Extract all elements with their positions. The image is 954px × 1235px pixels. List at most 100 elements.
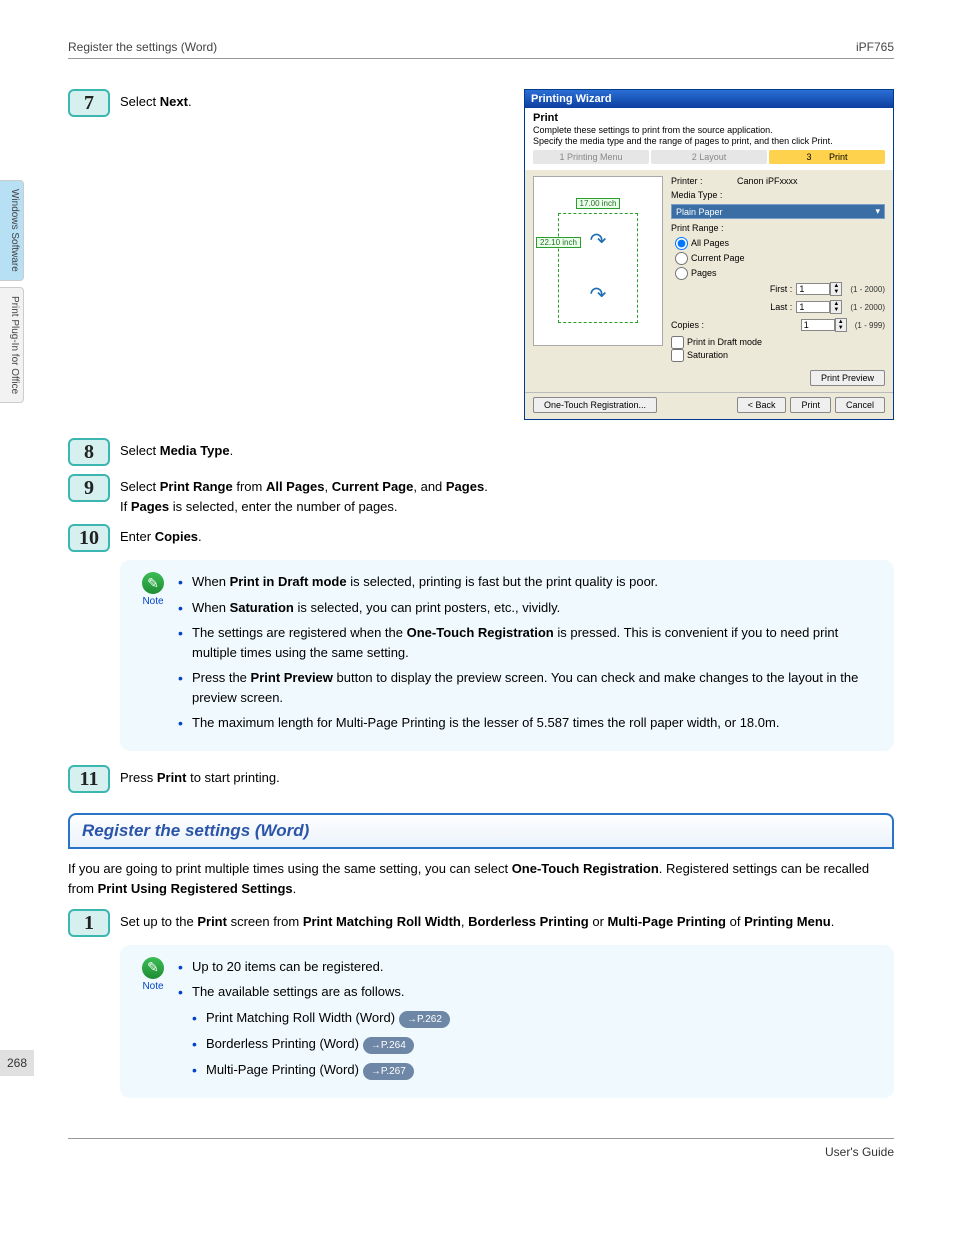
t: If <box>120 499 131 514</box>
t: Pages <box>446 479 484 494</box>
t: Print Preview <box>251 670 333 685</box>
t: Current Page <box>332 479 414 494</box>
printing-wizard-dialog: Printing Wizard Print Complete these set… <box>524 89 894 420</box>
step-8-text: Select Media Type. <box>120 438 894 461</box>
note-label: Note <box>136 596 170 607</box>
radio-pages[interactable]: Pages <box>675 267 885 280</box>
step-11-text: Press Print to start printing. <box>120 765 894 788</box>
copies-spinner[interactable]: ▲▼ <box>801 318 847 332</box>
note-label: Note <box>136 981 170 992</box>
wizard-tab-3: 3 Print <box>769 150 885 164</box>
t: Current Page <box>691 253 745 263</box>
last-label: Last : <box>770 302 792 312</box>
print-button[interactable]: Print <box>790 397 831 413</box>
t: If you are going to print multiple times… <box>68 861 512 876</box>
t: Plain Paper <box>676 207 723 217</box>
note1-item-4: Press the Print Preview button to displa… <box>178 668 878 707</box>
note2-item-2: The available settings are as follows. P… <box>178 982 878 1080</box>
page-icon-2: ↷ <box>590 282 607 307</box>
t: Print <box>829 152 848 162</box>
t: is selected, you can print posters, etc.… <box>294 600 560 615</box>
t: Print <box>197 914 227 929</box>
t: Printing Menu <box>744 914 831 929</box>
last-range: (1 - 2000) <box>850 303 885 312</box>
t: When <box>192 574 230 589</box>
t: Print in Draft mode <box>230 574 347 589</box>
t: , <box>324 479 331 494</box>
t: Select <box>120 479 160 494</box>
checkbox-saturation[interactable]: Saturation <box>671 350 728 360</box>
cancel-button[interactable]: Cancel <box>835 397 885 413</box>
page-icon-1: ↷ <box>590 228 607 253</box>
media-label: Media Type : <box>671 190 733 200</box>
t: is selected, enter the number of pages. <box>169 499 397 514</box>
note1-item-5: The maximum length for Multi-Page Printi… <box>178 713 878 733</box>
t: Multi-Page Printing (Word) <box>206 1062 359 1077</box>
dialog-title: Printing Wizard <box>525 90 893 108</box>
wizard-tab-2: 2 Layout <box>651 150 767 164</box>
t: . <box>198 529 202 544</box>
t: Print in Draft mode <box>687 337 762 347</box>
note1-item-1: When Print in Draft mode is selected, pr… <box>178 572 878 592</box>
t: The settings are registered when the <box>192 625 407 640</box>
t: Media Type <box>160 443 230 458</box>
dialog-heading: Print <box>533 112 885 124</box>
first-label: First : <box>770 284 793 294</box>
dim-width: 17.00 inch <box>576 198 621 209</box>
range-label: Print Range : <box>671 223 733 233</box>
note1-item-2: When Saturation is selected, you can pri… <box>178 598 878 618</box>
printer-value: Canon iPFxxxx <box>737 176 798 186</box>
t: Select <box>120 94 160 109</box>
t: One-Touch Registration <box>407 625 554 640</box>
t: is selected, printing is fast but the pr… <box>347 574 658 589</box>
t: Pages <box>131 499 169 514</box>
t: The available settings are as follows. <box>192 984 404 999</box>
page-preview: 17.00 inch 22.10 inch ↷ ↷ <box>533 176 663 346</box>
page-ref-267[interactable]: →P.267 <box>363 1063 414 1080</box>
step-9-marker: 9 <box>68 474 110 502</box>
side-tab-windows-software[interactable]: Windows Software <box>0 180 24 281</box>
t: , and <box>413 479 446 494</box>
dialog-sub2: Specify the media type and the range of … <box>533 136 885 146</box>
section-heading: Register the settings (Word) <box>68 813 894 849</box>
page-ref-262[interactable]: →P.262 <box>399 1011 450 1028</box>
step-7-marker: 7 <box>68 89 110 117</box>
note1-item-3: The settings are registered when the One… <box>178 623 878 662</box>
note-icon: ✎ <box>142 957 164 979</box>
t: Print Using Registered Settings <box>98 881 293 896</box>
dim-height: 22.10 inch <box>536 237 581 248</box>
t: Print <box>157 770 187 785</box>
section-intro: If you are going to print multiple times… <box>68 859 894 899</box>
t: Copies <box>155 529 198 544</box>
step-10-text: Enter Copies. <box>120 524 894 547</box>
note2-item-1: Up to 20 items can be registered. <box>178 957 878 977</box>
side-tab-print-plugin[interactable]: Print Plug-In for Office <box>0 287 24 403</box>
copies-range: (1 - 999) <box>855 321 885 330</box>
t: . <box>293 881 297 896</box>
first-spinner[interactable]: ▲▼ <box>796 282 842 296</box>
t: . <box>484 479 488 494</box>
printer-label: Printer : <box>671 176 733 186</box>
one-touch-registration-button[interactable]: One-Touch Registration... <box>533 397 657 413</box>
t: , <box>461 914 468 929</box>
chevron-down-icon: ▾ <box>875 206 880 217</box>
checkbox-draft[interactable]: Print in Draft mode <box>671 337 762 347</box>
t: When <box>192 600 230 615</box>
print-preview-button[interactable]: Print Preview <box>810 370 885 386</box>
t: or <box>589 914 608 929</box>
media-type-select[interactable]: Plain Paper ▾ <box>671 204 885 219</box>
step-11-marker: 11 <box>68 765 110 793</box>
t: All Pages <box>691 238 729 248</box>
page-ref-264[interactable]: →P.264 <box>363 1037 414 1054</box>
radio-all-pages[interactable]: All Pages <box>675 237 885 250</box>
copies-label: Copies : <box>671 320 733 330</box>
t: Select <box>120 443 160 458</box>
t: Press <box>120 770 157 785</box>
t: Set up to the <box>120 914 197 929</box>
note-box-2: ✎ Note Up to 20 items can be registered.… <box>120 945 894 1098</box>
radio-current-page[interactable]: Current Page <box>675 252 885 265</box>
t: from <box>233 479 266 494</box>
back-button[interactable]: < Back <box>737 397 787 413</box>
last-spinner[interactable]: ▲▼ <box>796 300 842 314</box>
header-right: iPF765 <box>856 40 894 54</box>
